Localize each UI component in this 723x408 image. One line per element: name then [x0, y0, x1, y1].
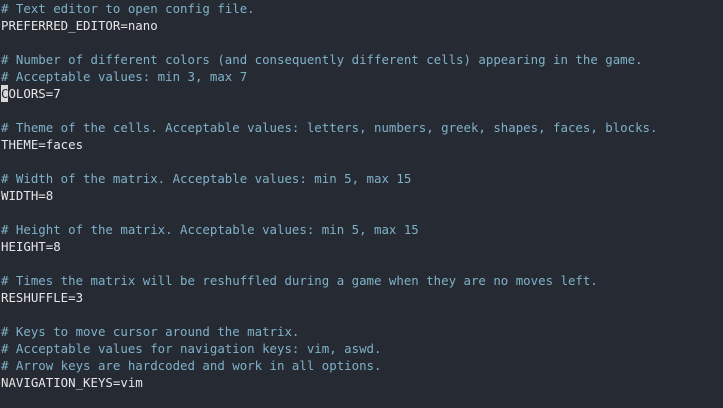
comment-line: # Number of different colors (and conseq…: [1, 52, 643, 67]
setting-line-preferred-editor[interactable]: PREFERRED_EDITOR=nano: [0, 17, 723, 34]
config-editor[interactable]: # Text editor to open config file. PREFE…: [0, 0, 723, 407]
setting-line-reshuffle[interactable]: RESHUFFLE=3: [0, 289, 723, 306]
comment-line: # Times the matrix will be reshuffled du…: [1, 273, 598, 288]
comment-line: # Arrow keys are hardcoded and work in a…: [1, 358, 382, 373]
comment-line: # Acceptable values for navigation keys:…: [1, 341, 382, 356]
comment-line: # Theme of the cells. Acceptable values:…: [1, 120, 658, 135]
comment-line: # Text editor to open config file.: [1, 1, 255, 16]
setting-line-theme[interactable]: THEME=faces: [0, 136, 723, 153]
comment-line: # Width of the matrix. Acceptable values…: [1, 171, 412, 186]
comment-line: # Keys to move cursor around the matrix.: [1, 324, 300, 339]
comment-line: # Acceptable values: min 3, max 7: [1, 69, 248, 84]
setting-line-colors-rest: OLORS=7: [8, 86, 61, 101]
setting-line-height[interactable]: HEIGHT=8: [0, 238, 723, 255]
comment-line: # Height of the matrix. Acceptable value…: [1, 222, 419, 237]
setting-line-navigation-keys[interactable]: NAVIGATION_KEYS=vim: [0, 374, 723, 391]
setting-line-colors[interactable]: COLORS=7: [0, 85, 723, 102]
setting-line-width[interactable]: WIDTH=8: [0, 187, 723, 204]
